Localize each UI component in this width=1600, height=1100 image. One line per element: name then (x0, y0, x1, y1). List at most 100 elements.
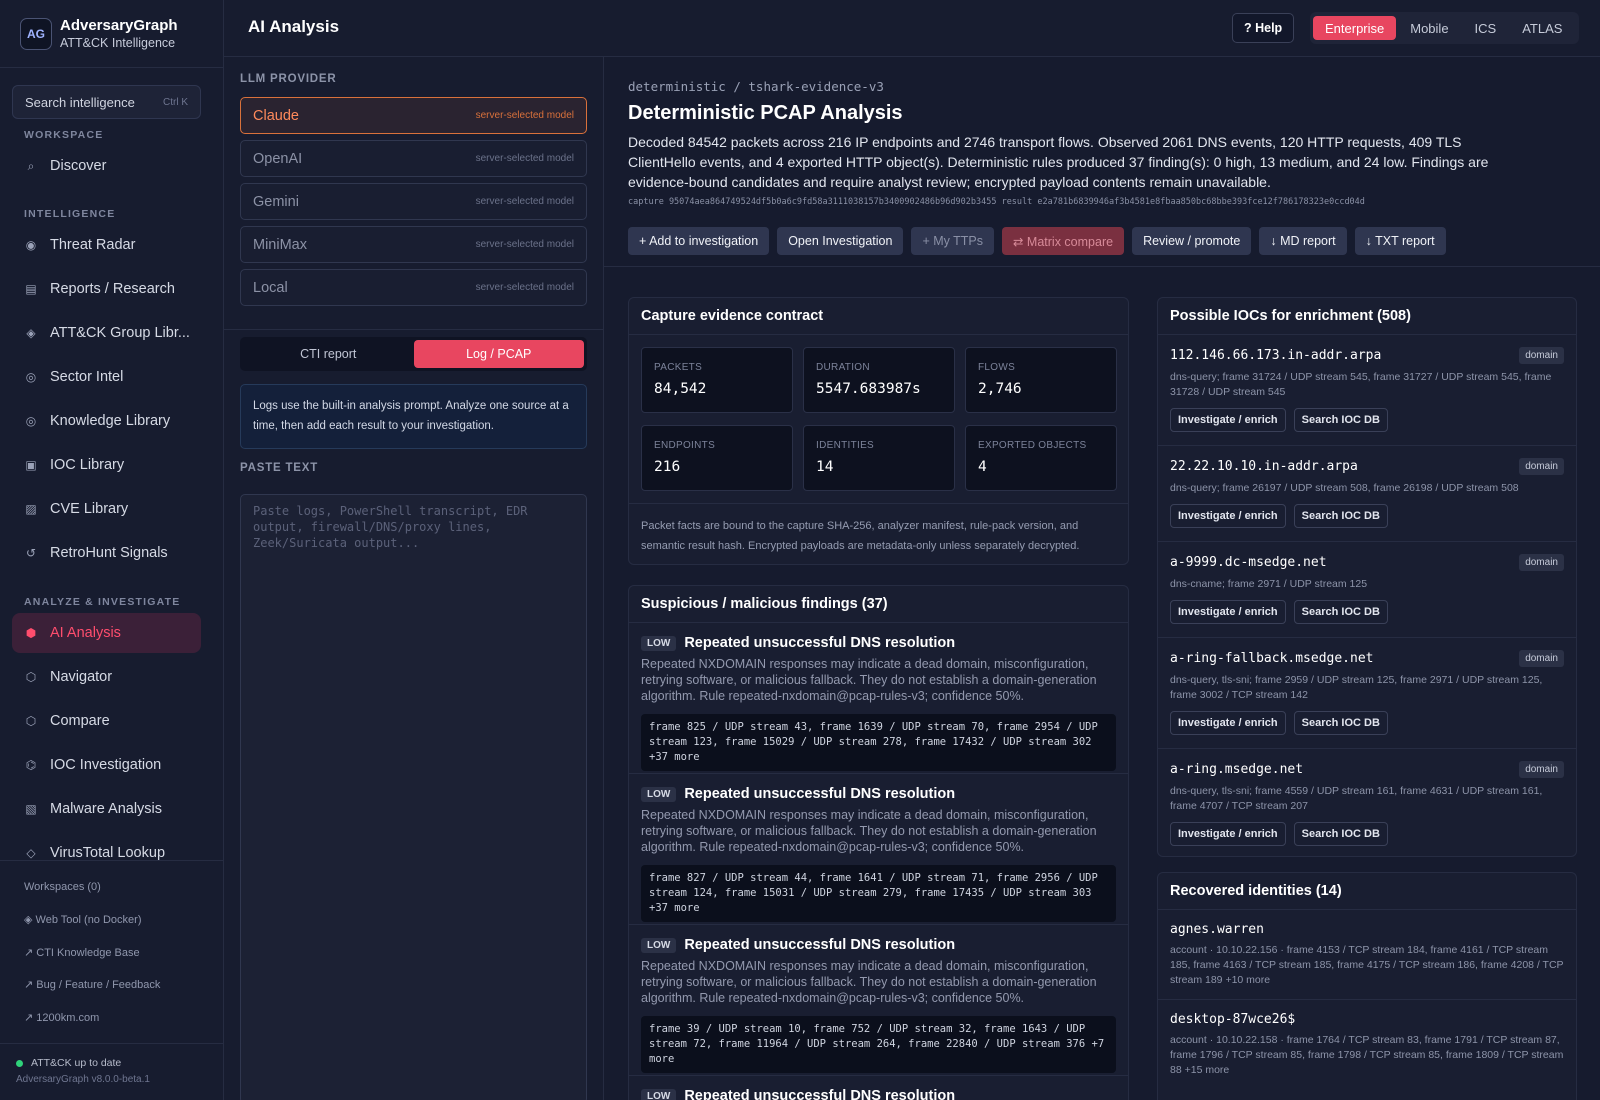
search-ioc-db-button[interactable]: Search IOC DB (1293, 408, 1388, 432)
provider-claude[interactable]: Claude server-selected model (240, 97, 587, 134)
severity-badge: LOW (641, 786, 677, 802)
help-button[interactable]: ? Help (1232, 13, 1295, 43)
finding-evidence: frame 827 / UDP stream 44, frame 1641 / … (641, 865, 1116, 922)
card-title: Possible IOCs for enrichment (508) (1158, 298, 1576, 335)
ioc-description: dns-query, tls-sni; frame 2959 / UDP str… (1170, 674, 1543, 701)
identity-item[interactable]: desktop-87wce26$ account · 10.10.22.158 … (1158, 999, 1576, 1090)
card-title: Suspicious / malicious findings (37) (629, 586, 1128, 623)
add-to-investigation-button[interactable]: + Add to investigation (628, 227, 770, 255)
investigate-enrich-button[interactable]: Investigate / enrich (1170, 408, 1286, 432)
card-title: Recovered identities (14) (1158, 873, 1576, 910)
web-tool-link[interactable]: ◈ Web Tool (no Docker) (24, 913, 142, 926)
radar-icon: ◉ (25, 238, 37, 252)
sidebar-item-discover[interactable]: ⌕ Discover (12, 146, 201, 186)
brand[interactable]: AG AdversaryGraph ATT&CK Intelligence (0, 0, 223, 68)
sidebar-item-label: VirusTotal Lookup (50, 845, 166, 861)
section-heading-workspace: WORKSPACE (24, 129, 104, 141)
stat-identities: IDENTITIES 14 (803, 425, 955, 491)
grid-icon: ▨ (25, 502, 37, 516)
matrix-compare-button[interactable]: ⇄ Matrix compare (1001, 227, 1125, 255)
provider-name: Local (253, 279, 288, 296)
feedback-link[interactable]: ↗ Bug / Feature / Feedback (24, 978, 160, 991)
tab-mobile[interactable]: Mobile (1398, 16, 1460, 40)
sidebar-item-threat-radar[interactable]: ◉ Threat Radar (12, 225, 201, 265)
search-placeholder: Search intelligence (25, 94, 135, 110)
cti-knowledge-link[interactable]: ↗ CTI Knowledge Base (24, 946, 140, 959)
mode-log-pcap[interactable]: Log / PCAP (413, 340, 584, 368)
logo: AG (20, 17, 52, 50)
ioc-description: dns-query, tls-sni; frame 4559 / UDP str… (1170, 785, 1543, 812)
sidebar-item-reports[interactable]: ▤ Reports / Research (12, 269, 201, 309)
sidebar-item-ai-analysis[interactable]: ⬢ AI Analysis (12, 613, 201, 653)
paste-textarea[interactable]: Paste logs, PowerShell transcript, EDR o… (240, 494, 587, 1100)
sidebar-item-knowledge-library[interactable]: ◎ Knowledge Library (12, 401, 201, 441)
finding-item[interactable]: LOW Repeated unsuccessful DNS resolution… (629, 773, 1128, 922)
finding-item[interactable]: LOW Repeated unsuccessful DNS resolution (629, 1075, 1128, 1100)
provider-openai[interactable]: OpenAI server-selected model (240, 140, 587, 177)
provider-name: MiniMax (253, 236, 307, 253)
finding-title: Repeated unsuccessful DNS resolution (684, 635, 956, 651)
finding-evidence: frame 825 / UDP stream 43, frame 1639 / … (641, 714, 1116, 771)
investigate-enrich-button[interactable]: Investigate / enrich (1170, 600, 1286, 624)
provider-name: Claude (253, 107, 299, 124)
investigate-enrich-button[interactable]: Investigate / enrich (1170, 504, 1286, 528)
review-promote-button[interactable]: Review / promote (1132, 227, 1252, 255)
investigate-enrich-button[interactable]: Investigate / enrich (1170, 711, 1286, 735)
version-text: AdversaryGraph v8.0.0-beta.1 (16, 1074, 150, 1085)
workspaces-link[interactable]: Workspaces (0) (24, 881, 101, 893)
findings-card: Suspicious / malicious findings (37) LOW… (628, 585, 1129, 1100)
sidebar-item-ioc-investigation[interactable]: ⌬ IOC Investigation (12, 745, 201, 785)
action-bar: + Add to investigation Open Investigatio… (628, 227, 1454, 255)
tab-atlas[interactable]: ATLAS (1510, 16, 1574, 40)
stat-value: 14 (816, 459, 834, 475)
grid-icon: ▧ (25, 802, 37, 816)
domain-tabs: Enterprise Mobile ICS ATLAS (1310, 12, 1580, 44)
mode-cti-report[interactable]: CTI report (243, 340, 414, 368)
search-icon: ⌕ (27, 158, 35, 173)
sidebar-item-label: ATT&CK Group Libr... (50, 325, 190, 341)
sidebar-item-ioc-library[interactable]: ▣ IOC Library (12, 445, 201, 485)
provider-minimax[interactable]: MiniMax server-selected model (240, 226, 587, 263)
provider-local[interactable]: Local server-selected model (240, 269, 587, 306)
tab-enterprise[interactable]: Enterprise (1313, 16, 1397, 40)
tab-ics[interactable]: ICS (1463, 16, 1509, 40)
identity-item[interactable]: agnes.warren account · 10.10.22.156 · fr… (1158, 909, 1576, 1000)
ioc-type-badge: domain (1519, 761, 1564, 778)
investigate-enrich-button[interactable]: Investigate / enrich (1170, 822, 1286, 846)
open-investigation-button[interactable]: Open Investigation (777, 227, 904, 255)
my-ttps-button[interactable]: + My TTPs (911, 227, 994, 255)
ioc-card: Possible IOCs for enrichment (508) 112.1… (1157, 297, 1577, 857)
finding-item[interactable]: LOW Repeated unsuccessful DNS resolution… (629, 622, 1128, 771)
stat-label: PACKETS (654, 362, 703, 373)
brand-subtitle: ATT&CK Intelligence (60, 36, 176, 50)
sidebar-item-label: RetroHunt Signals (50, 545, 168, 561)
stat-exported-objects: EXPORTED OBJECTS 4 (965, 425, 1117, 491)
search-input[interactable]: Search intelligence Ctrl K (12, 85, 201, 119)
sidebar-item-virustotal[interactable]: ◇ VirusTotal Lookup (12, 833, 201, 873)
finding-description: Repeated NXDOMAIN responses may indicate… (641, 808, 1097, 854)
sidebar-item-compare[interactable]: ⬡ Compare (12, 701, 201, 741)
provider-name: Gemini (253, 193, 299, 210)
ioc-type-badge: domain (1519, 347, 1564, 364)
provider-gemini[interactable]: Gemini server-selected model (240, 183, 587, 220)
sidebar-item-malware-analysis[interactable]: ▧ Malware Analysis (12, 789, 201, 829)
search-ioc-db-button[interactable]: Search IOC DB (1293, 600, 1388, 624)
sidebar-item-retrohunt[interactable]: ↺ RetroHunt Signals (12, 533, 201, 573)
sidebar-item-sector-intel[interactable]: ◎ Sector Intel (12, 357, 201, 397)
sidebar-item-navigator[interactable]: ⬡ Navigator (12, 657, 201, 697)
hexagon-icon: ⬡ (25, 714, 37, 728)
ioc-item: a-ring-fallback.msedge.net domain dns-qu… (1158, 637, 1576, 747)
sidebar-divider (0, 860, 223, 861)
book-icon: ◎ (25, 414, 37, 428)
md-report-button[interactable]: ↓ MD report (1259, 227, 1347, 255)
website-link[interactable]: ↗ 1200km.com (24, 1011, 99, 1024)
finding-item[interactable]: LOW Repeated unsuccessful DNS resolution… (629, 924, 1128, 1073)
search-ioc-db-button[interactable]: Search IOC DB (1293, 711, 1388, 735)
sidebar-item-attack-groups[interactable]: ◈ ATT&CK Group Libr... (12, 313, 201, 353)
txt-report-button[interactable]: ↓ TXT report (1354, 227, 1446, 255)
search-ioc-db-button[interactable]: Search IOC DB (1293, 822, 1388, 846)
identity-name: desktop-87wce26$ (1170, 1012, 1296, 1027)
search-ioc-db-button[interactable]: Search IOC DB (1293, 504, 1388, 528)
sidebar-item-cve-library[interactable]: ▨ CVE Library (12, 489, 201, 529)
sidebar-item-label: IOC Investigation (50, 757, 162, 773)
